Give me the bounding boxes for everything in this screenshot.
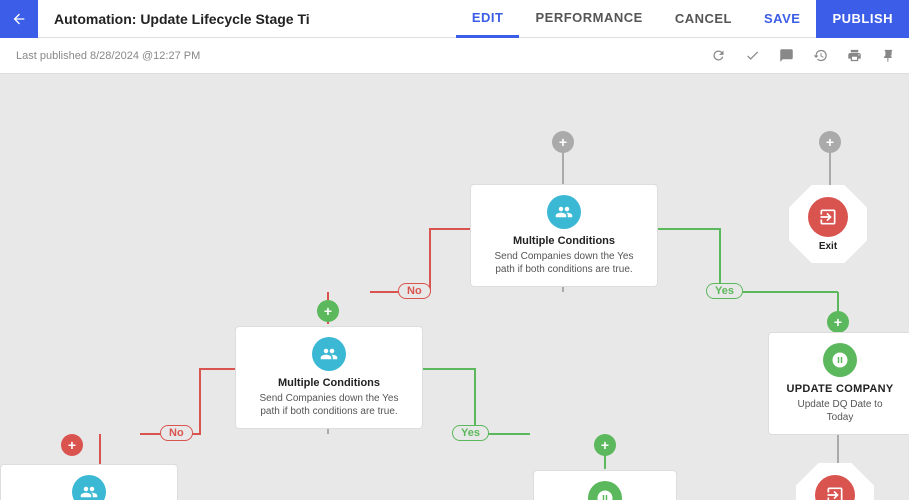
add-node-bot-no[interactable]: + <box>61 434 83 456</box>
add-node-bot-yes[interactable]: + <box>594 434 616 456</box>
conditions-icon-mid <box>312 337 346 371</box>
tab-performance[interactable]: PERFORMANCE <box>519 0 658 38</box>
exit-octagon-top: Exit <box>789 185 867 263</box>
multi-conditions-top-title: Multiple Conditions <box>513 235 615 247</box>
tab-edit[interactable]: EDIT <box>456 0 520 38</box>
multi-conditions-mid-desc: Send Companies down the Yes path if both… <box>250 392 408 418</box>
add-node-top-right[interactable]: + <box>819 131 841 153</box>
publish-button[interactable]: PUBLISH <box>816 0 909 38</box>
save-button[interactable]: SAVE <box>748 0 816 38</box>
exit-octagon-bot: Exit <box>796 463 874 500</box>
comment-icon[interactable] <box>773 43 799 69</box>
exit-top-right[interactable]: Exit <box>788 184 868 264</box>
update-company-top-title: UPDATE COMPANY <box>786 383 893 395</box>
multi-conditions-top[interactable]: Multiple Conditions Send Companies down … <box>470 184 658 287</box>
no-label-mid: No <box>160 425 193 441</box>
back-button[interactable] <box>0 0 38 38</box>
multi-conditions-mid-title: Multiple Conditions <box>278 377 380 389</box>
conditions-icon-bot <box>72 475 106 500</box>
add-node-top-center[interactable]: + <box>552 131 574 153</box>
update-company-top[interactable]: UPDATE COMPANY Update DQ Date to Today <box>768 332 909 435</box>
history-icon[interactable] <box>807 43 833 69</box>
check-icon[interactable] <box>739 43 765 69</box>
exit-label-top: Exit <box>819 241 837 252</box>
multi-conditions-mid[interactable]: Multiple Conditions Send Companies down … <box>235 326 423 429</box>
update-company-bot[interactable]: UPDATE COMPANY Update Lead Date to Today <box>533 470 677 500</box>
exit-icon-top <box>808 197 848 237</box>
update-icon-top <box>823 343 857 377</box>
add-node-mid-left[interactable]: + <box>317 300 339 322</box>
update-icon-bot <box>588 481 622 500</box>
page-title: Automation: Update Lifecycle Stage Ti <box>38 11 456 27</box>
multi-conditions-bot[interactable]: Multiple Conditions Send Companies down … <box>0 464 178 500</box>
update-company-top-desc: Update DQ Date to Today <box>783 398 897 424</box>
add-node-top-yes[interactable]: + <box>827 311 849 333</box>
cancel-button[interactable]: CANCEL <box>659 0 748 38</box>
refresh-icon[interactable] <box>705 43 731 69</box>
multi-conditions-top-desc: Send Companies down the Yes path if both… <box>485 250 643 276</box>
header-tabs: EDIT PERFORMANCE <box>456 0 659 37</box>
canvas: + + Multiple Conditions Send Companies d… <box>0 74 909 500</box>
toolbar-icons <box>705 43 901 69</box>
last-published-text: Last published 8/28/2024 @12:27 PM <box>8 50 705 62</box>
exit-bot-right[interactable]: Exit <box>795 462 875 500</box>
no-label-top: No <box>398 283 431 299</box>
print-icon[interactable] <box>841 43 867 69</box>
toolbar: Last published 8/28/2024 @12:27 PM <box>0 38 909 74</box>
yes-label-top: Yes <box>706 283 743 299</box>
exit-icon-bot <box>815 475 855 500</box>
pin-icon[interactable] <box>875 43 901 69</box>
conditions-icon-top <box>547 195 581 229</box>
header: Automation: Update Lifecycle Stage Ti ED… <box>0 0 909 38</box>
yes-label-mid: Yes <box>452 425 489 441</box>
